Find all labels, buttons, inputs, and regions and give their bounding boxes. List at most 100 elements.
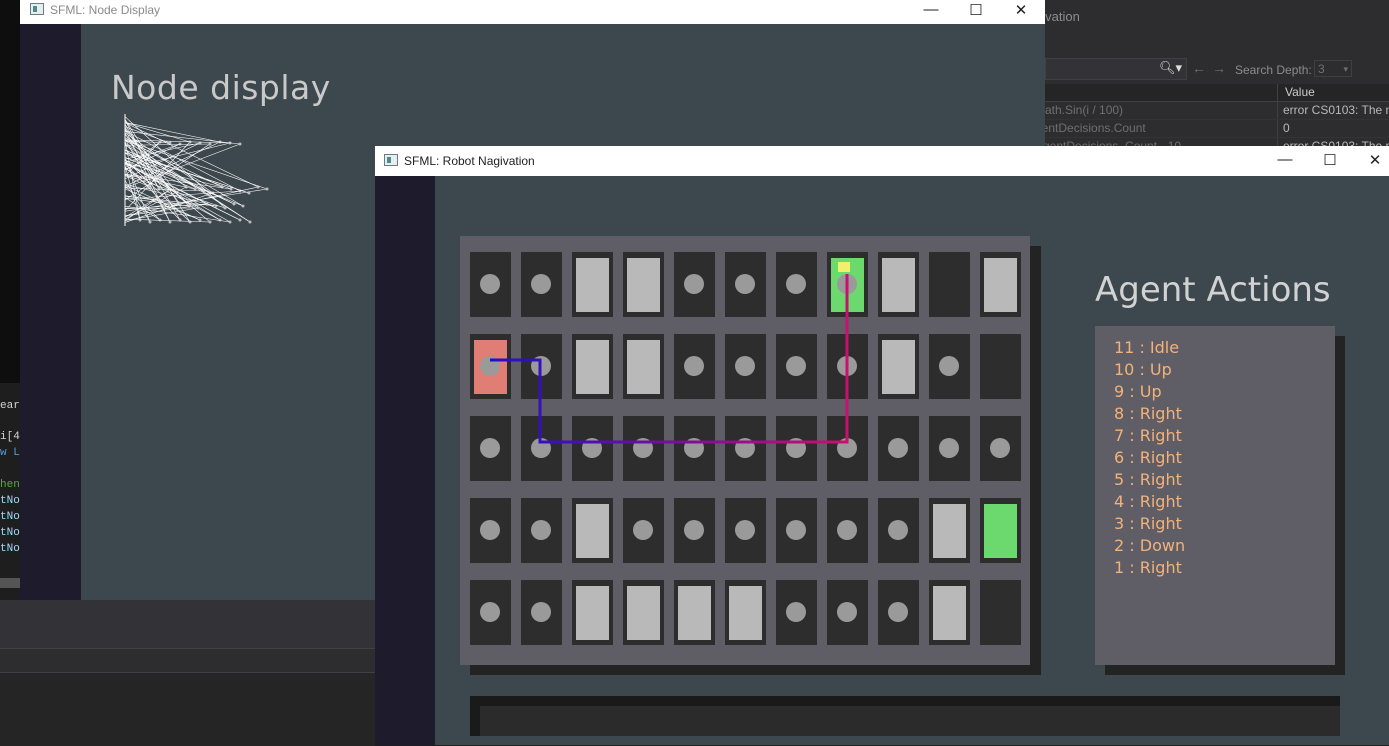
wall-block bbox=[882, 340, 915, 394]
grid-cell bbox=[623, 416, 664, 481]
window-title: SFML: Robot Nagivation bbox=[404, 154, 535, 168]
grid-cell bbox=[980, 334, 1021, 399]
graph-node bbox=[633, 438, 653, 458]
close-button[interactable]: ✕ bbox=[998, 1, 1044, 19]
grid-cell bbox=[572, 252, 613, 317]
grid-cell bbox=[725, 580, 766, 645]
agent-action-item: 10 : Up bbox=[1114, 359, 1185, 381]
grid-cell bbox=[470, 416, 511, 481]
ide-horizontal-scrollbar[interactable] bbox=[0, 578, 20, 588]
maximize-button[interactable]: ☐ bbox=[1307, 151, 1353, 169]
status-bar bbox=[470, 696, 1340, 736]
minimize-button[interactable]: — bbox=[908, 1, 954, 18]
window-titlebar[interactable]: SFML: Robot Nagivation — ☐ ✕ bbox=[375, 146, 1389, 176]
app-icon bbox=[384, 154, 398, 166]
graph-node bbox=[684, 520, 704, 540]
wall-block bbox=[627, 586, 660, 640]
agent-action-item: 11 : Idle bbox=[1114, 337, 1185, 359]
grid-cell bbox=[623, 498, 664, 563]
grid-cell bbox=[623, 580, 664, 645]
close-button[interactable]: ✕ bbox=[1352, 151, 1389, 169]
tree-edge bbox=[125, 219, 210, 222]
window-sidebar bbox=[20, 24, 81, 600]
tree-edge bbox=[125, 187, 258, 216]
agent-action-item: 9 : Up bbox=[1114, 381, 1185, 403]
graph-node bbox=[939, 356, 959, 376]
tree-node bbox=[229, 221, 232, 224]
grid-cell bbox=[827, 580, 868, 645]
graph-node bbox=[837, 520, 857, 540]
ide-watch-panel: givation 🔍︎▾ ←→ Search Depth: 3▾ Value M… bbox=[1045, 0, 1389, 150]
code-line: tNo bbox=[0, 511, 20, 523]
agent-actions-list: 11 : Idle10 : Up9 : Up8 : Right7 : Right… bbox=[1114, 337, 1185, 579]
graph-node bbox=[480, 602, 500, 622]
window-title: SFML: Node Display bbox=[50, 3, 160, 17]
watch-row-name: gentDecisions.Count bbox=[1035, 121, 1146, 135]
robot-navigation-window[interactable]: SFML: Robot Nagivation — ☐ ✕ Agent Actio… bbox=[375, 146, 1389, 745]
grid-cell bbox=[878, 252, 919, 317]
code-line: tNo bbox=[0, 527, 20, 539]
graph-node bbox=[786, 356, 806, 376]
grid-cell bbox=[878, 334, 919, 399]
grid-cell bbox=[725, 498, 766, 563]
grid-cell bbox=[827, 498, 868, 563]
tree-node bbox=[230, 188, 233, 191]
graph-node bbox=[480, 520, 500, 540]
grid-cell bbox=[878, 580, 919, 645]
graph-node bbox=[990, 438, 1010, 458]
graph-node bbox=[582, 438, 602, 458]
tree-node bbox=[209, 221, 212, 224]
grid-cell bbox=[776, 580, 817, 645]
value-column-header: Value bbox=[1285, 85, 1315, 99]
tree-edge bbox=[125, 131, 240, 144]
graph-node bbox=[531, 520, 551, 540]
graph-node bbox=[531, 438, 551, 458]
grid-cell bbox=[725, 252, 766, 317]
graph-node bbox=[480, 274, 500, 294]
graph-node bbox=[684, 356, 704, 376]
agent-action-item: 8 : Right bbox=[1114, 403, 1185, 425]
code-line: i[4 bbox=[0, 431, 20, 443]
search-depth-select[interactable]: 3▾ bbox=[1314, 60, 1352, 77]
navigation-grid bbox=[460, 236, 1030, 665]
wall-block bbox=[627, 340, 660, 394]
agent-action-item: 5 : Right bbox=[1114, 469, 1185, 491]
tree-node bbox=[139, 219, 142, 222]
grid-cell bbox=[980, 498, 1021, 563]
grid-cell bbox=[929, 252, 970, 317]
search-icon[interactable]: 🔍︎▾ bbox=[1159, 60, 1182, 76]
agent-action-item: 4 : Right bbox=[1114, 491, 1185, 513]
watch-row[interactable]: Math.Sin(i / 100) error CS0103: The na bbox=[1045, 102, 1389, 120]
code-line: w L bbox=[0, 447, 20, 459]
graph-node bbox=[633, 520, 653, 540]
tree-node bbox=[199, 219, 202, 222]
grid-cell bbox=[674, 580, 715, 645]
graph-node bbox=[684, 438, 704, 458]
graph-node bbox=[837, 438, 857, 458]
grid-cell bbox=[878, 416, 919, 481]
search-depth-label: Search Depth: bbox=[1235, 63, 1312, 77]
code-line: ear bbox=[0, 400, 20, 412]
wall-block bbox=[729, 586, 762, 640]
watch-row-value: error CS0103: The na bbox=[1283, 103, 1389, 117]
ide-toolbar bbox=[0, 600, 375, 649]
window-titlebar[interactable]: SFML: Node Display — ☐ ✕ bbox=[20, 0, 1045, 24]
grid-cell bbox=[674, 252, 715, 317]
watch-row[interactable]: gentDecisions.Count 0 bbox=[1045, 120, 1389, 138]
wall-block bbox=[576, 258, 609, 312]
wall-block bbox=[576, 340, 609, 394]
grid-cell bbox=[776, 334, 817, 399]
tree-node bbox=[149, 221, 152, 224]
maximize-button[interactable]: ☐ bbox=[953, 1, 999, 19]
minimize-button[interactable]: — bbox=[1262, 151, 1308, 168]
grid-cell bbox=[623, 334, 664, 399]
tree-node bbox=[197, 207, 200, 210]
grid-cell bbox=[827, 252, 868, 317]
grid-cell bbox=[521, 498, 562, 563]
watch-row-value: 0 bbox=[1283, 121, 1389, 135]
graph-node bbox=[684, 274, 704, 294]
tree-node bbox=[224, 207, 227, 210]
tree-node bbox=[219, 219, 222, 222]
grid-cell bbox=[878, 498, 919, 563]
nav-arrows-icon[interactable]: ←→ bbox=[1192, 60, 1232, 76]
